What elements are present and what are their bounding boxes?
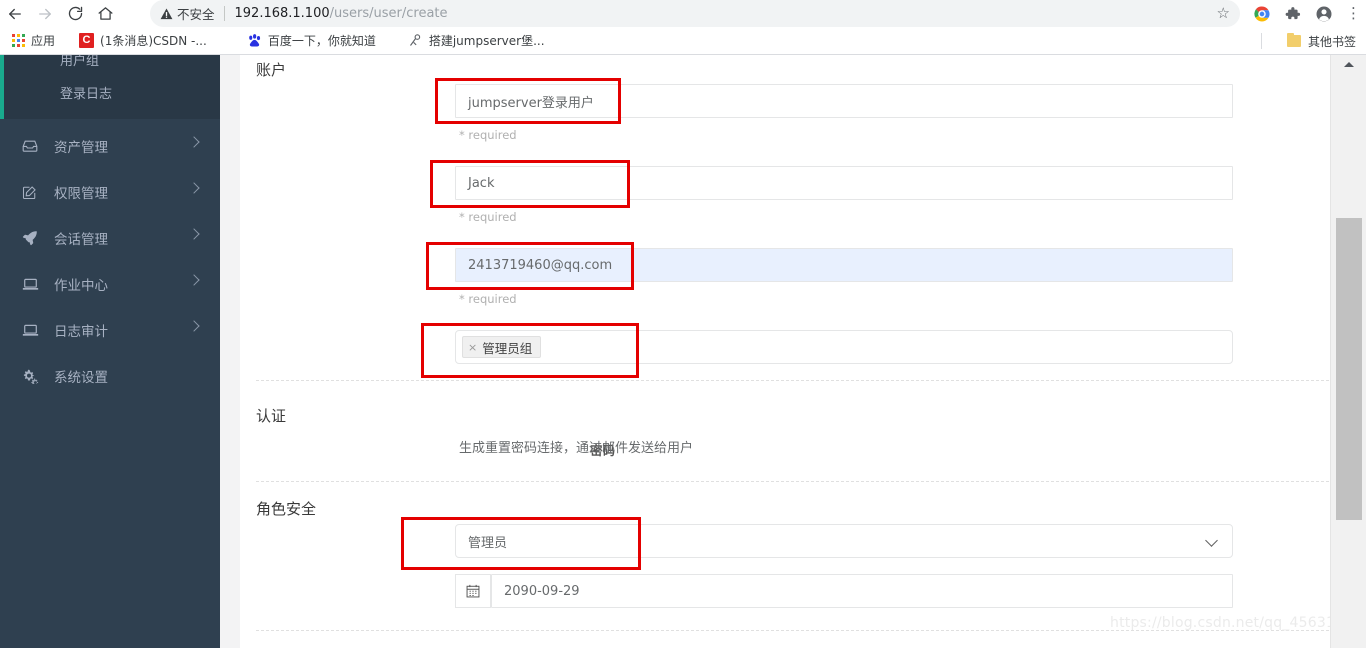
browser-menu-icon[interactable]: ⋮	[1346, 6, 1361, 21]
chevron-left-icon	[188, 136, 200, 148]
sidebar-item-label: 会话管理	[54, 232, 108, 248]
sidebar-navigation: 用户组 登录日志 资产管理 权限管理 会话管理 作业中心 日志审计 系统设置	[0, 55, 220, 648]
chevron-left-icon	[188, 274, 200, 286]
address-bar[interactable]: 不安全 192.168.1.100/users/user/create ☆	[150, 0, 1240, 27]
expiry-date-input[interactable]: 2090-09-29	[491, 574, 1233, 608]
user-group-select[interactable]: × 管理员组	[455, 330, 1233, 364]
bookmarks-bar: 应用 C (1条消息)CSDN -... 百度一下，你就知道 搭建jumpser…	[0, 27, 1366, 55]
security-chip[interactable]: 不安全	[160, 4, 215, 23]
scroll-up-arrow-icon[interactable]	[1331, 55, 1366, 73]
vertical-scrollbar[interactable]	[1330, 55, 1366, 648]
laptop-icon	[22, 322, 44, 338]
security-label: 不安全	[177, 7, 215, 22]
reload-icon[interactable]	[60, 2, 90, 26]
bookmark-star-icon[interactable]: ☆	[1217, 4, 1230, 23]
sidebar-item-label: 资产管理	[54, 140, 108, 156]
bookmark-csdn[interactable]: C (1条消息)CSDN -...	[79, 32, 207, 49]
home-icon[interactable]	[90, 2, 120, 26]
sidebar-item-asset-management[interactable]: 资产管理	[0, 123, 220, 169]
section-divider	[256, 380, 1329, 381]
username-input[interactable]: Jack	[455, 166, 1233, 200]
chevron-left-icon	[188, 320, 200, 332]
gears-icon	[22, 368, 44, 384]
tag-remove-icon[interactable]: ×	[468, 341, 477, 354]
role-select[interactable]: 管理员	[455, 524, 1233, 558]
bookmark-csdn-label: (1条消息)CSDN -...	[100, 34, 207, 48]
email-help-text: * required	[459, 292, 517, 306]
section-title-role-security: 角色安全	[256, 500, 317, 518]
folder-icon	[1286, 33, 1301, 47]
baidu-favicon	[247, 33, 262, 48]
url-host: 192.168.1.100	[234, 6, 330, 21]
user-create-form-panel: 账户 名称 jumpserver登录用户 * required 用户名 Jack…	[240, 55, 1330, 648]
url-text: 192.168.1.100/users/user/create	[235, 6, 448, 21]
sidebar-item-label: 权限管理	[54, 186, 108, 202]
sidebar-item-job-center[interactable]: 作业中心	[0, 261, 220, 307]
section-divider	[256, 481, 1329, 482]
section-title-auth: 认证	[256, 407, 287, 425]
scrollbar-thumb[interactable]	[1336, 218, 1362, 520]
inbox-icon	[22, 138, 44, 154]
apps-grid-icon	[12, 34, 25, 47]
user-account-icon[interactable]	[1315, 5, 1333, 23]
omnibox-divider	[223, 6, 225, 21]
other-bookmarks-label: 其他书签	[1307, 34, 1356, 49]
rocket-icon	[22, 230, 44, 246]
bookmark-jumpserver-label: 搭建jumpserver堡...	[428, 34, 545, 48]
bookmark-jumpserver[interactable]: 搭建jumpserver堡...	[408, 32, 545, 49]
not-secure-warning-icon	[160, 8, 173, 20]
back-arrow-icon[interactable]	[0, 2, 30, 26]
watermark-text: https://blog.csdn.net/qq_45631844	[1110, 615, 1363, 631]
sidebar-item-log-audit[interactable]: 日志审计	[0, 307, 220, 353]
email-input[interactable]: 2413719460@qq.com	[455, 248, 1233, 282]
name-input[interactable]: jumpserver登录用户	[455, 84, 1233, 118]
bookmark-baidu-label: 百度一下，你就知道	[267, 34, 376, 48]
csdn-favicon: C	[79, 33, 95, 48]
bookmarks-divider	[1261, 33, 1262, 49]
sidebar-item-permission-management[interactable]: 权限管理	[0, 169, 220, 215]
chrome-profile-circle-icon[interactable]	[1253, 5, 1271, 23]
chevron-left-icon	[188, 182, 200, 194]
content-gutter	[220, 55, 240, 648]
sidebar-item-session-management[interactable]: 会话管理	[0, 215, 220, 261]
sidebar-item-label: 日志审计	[54, 324, 108, 340]
sidebar-item-system-settings[interactable]: 系统设置	[0, 353, 220, 399]
calendar-icon[interactable]	[455, 574, 491, 608]
name-help-text: * required	[459, 128, 517, 142]
edit-square-icon	[22, 184, 44, 200]
page-favicon	[408, 33, 423, 48]
sidebar-subitem-user-group[interactable]: 用户组	[4, 55, 220, 74]
user-group-tag[interactable]: × 管理员组	[462, 336, 542, 358]
username-help-text: * required	[459, 210, 517, 224]
sidebar-item-label: 作业中心	[54, 278, 108, 294]
sidebar-item-label: 系统设置	[54, 370, 108, 386]
other-bookmarks-button[interactable]: 其他书签	[1286, 27, 1356, 55]
browser-toolbar: 不安全 192.168.1.100/users/user/create ☆ ⋮	[0, 0, 1366, 27]
url-path: /users/user/create	[329, 6, 448, 21]
section-title-account: 账户	[256, 61, 287, 79]
tag-label: 管理员组	[482, 340, 533, 356]
laptop-icon	[22, 276, 44, 292]
page-viewport: 用户组 登录日志 资产管理 权限管理 会话管理 作业中心 日志审计 系统设置 账…	[0, 55, 1366, 648]
browser-action-icons: ⋮	[1253, 0, 1361, 27]
forward-arrow-icon[interactable]	[30, 2, 60, 26]
main-content: 账户 名称 jumpserver登录用户 * required 用户名 Jack…	[220, 55, 1362, 648]
bookmark-apps[interactable]: 应用	[12, 32, 55, 49]
sidebar-subitem-login-log[interactable]: 登录日志	[4, 77, 220, 107]
chevron-left-icon	[188, 228, 200, 240]
password-description: 生成重置密码连接，通过邮件发送给用户	[459, 441, 694, 456]
bookmark-baidu[interactable]: 百度一下，你就知道	[247, 32, 376, 49]
extensions-puzzle-icon[interactable]	[1284, 5, 1302, 23]
sidebar-submenu-group: 用户组 登录日志	[0, 55, 220, 119]
browser-chrome: 不安全 192.168.1.100/users/user/create ☆ ⋮	[0, 0, 1366, 55]
bookmark-apps-label: 应用	[31, 34, 56, 48]
